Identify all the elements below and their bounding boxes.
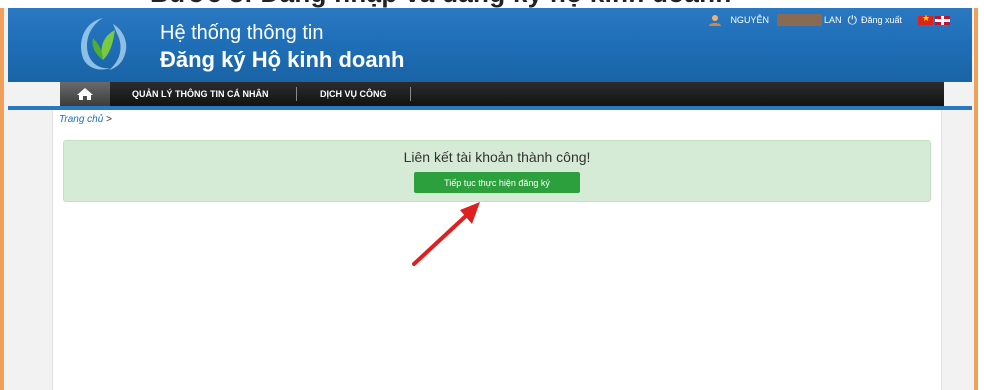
breadcrumb: Trang chủ > [59, 114, 112, 125]
logout-link[interactable]: Đăng xuất [861, 15, 902, 25]
home-icon [77, 88, 93, 100]
top-caption-strip: Bước 3: Đăng nhập và đăng ký hộ kinh doa… [0, 0, 984, 8]
user-icon [709, 15, 722, 26]
home-button[interactable] [60, 82, 110, 106]
nav-item-personal-info[interactable]: QUẢN LÝ THÔNG TIN CÁ NHÂN [124, 82, 277, 106]
brand-title-line2: Đăng ký Hộ kinh doanh [160, 47, 405, 72]
main-content: Trang chủ > Liên kết tài khoản thành côn… [52, 110, 942, 390]
success-alert: Liên kết tài khoản thành công! Tiếp tục … [63, 140, 931, 202]
user-name-last: LAN [823, 15, 842, 25]
user-name-first: NGUYỄN [730, 15, 769, 25]
user-name-redacted [776, 14, 822, 26]
user-area: NGUYỄN LAN ⏻ Đăng xuất [708, 11, 950, 29]
alert-message: Liên kết tài khoản thành công! [403, 149, 591, 165]
site-header: Hệ thống thông tin Đăng ký Hộ kinh doanh… [8, 8, 972, 82]
nav-item-public-services[interactable]: DỊCH VỤ CÔNG [312, 82, 395, 106]
nav-separator [410, 87, 411, 101]
breadcrumb-home-link[interactable]: Trang chủ [59, 114, 103, 125]
top-caption-text: Bước 3: Đăng nhập và đăng ký hộ kinh doa… [150, 0, 732, 8]
uk-flag-icon[interactable] [935, 15, 950, 25]
nav-separator [296, 87, 297, 101]
leaf-logo [81, 18, 127, 70]
main-navbar: QUẢN LÝ THÔNG TIN CÁ NHÂN DỊCH VỤ CÔNG [60, 82, 944, 106]
continue-registration-button[interactable]: Tiếp tục thực hiện đăng ký [414, 172, 580, 193]
brand-title-line1: Hệ thống thông tin [160, 22, 324, 44]
power-icon[interactable]: ⏻ [847, 13, 857, 28]
vn-flag-icon[interactable] [918, 13, 933, 25]
breadcrumb-separator: > [106, 114, 112, 125]
red-pointer-arrow-icon [412, 202, 480, 266]
